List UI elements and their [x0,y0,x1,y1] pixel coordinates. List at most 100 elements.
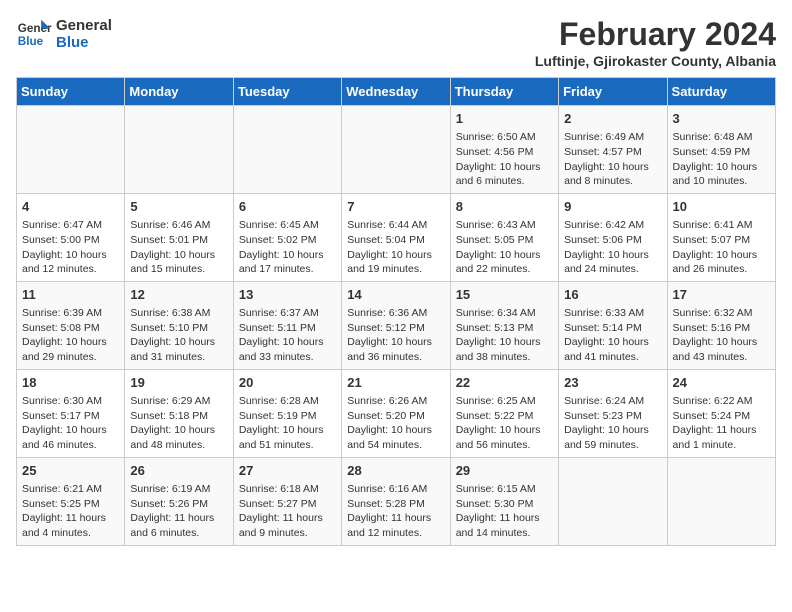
calendar-cell: 9Sunrise: 6:42 AM Sunset: 5:06 PM Daylig… [559,193,667,281]
day-number: 7 [347,198,444,216]
day-info: Sunrise: 6:36 AM Sunset: 5:12 PM Dayligh… [347,306,444,365]
day-info: Sunrise: 6:44 AM Sunset: 5:04 PM Dayligh… [347,218,444,277]
day-info: Sunrise: 6:38 AM Sunset: 5:10 PM Dayligh… [130,306,227,365]
day-number: 22 [456,374,553,392]
calendar-cell: 27 Sunrise: 6:18 AM Sunset: 5:27 PM Dayli… [233,457,341,545]
calendar-cell: 25 Sunrise: 6:21 AM Sunset: 5:25 PM Dayli… [17,457,125,545]
calendar-header-row: SundayMondayTuesdayWednesdayThursdayFrid… [17,78,776,106]
day-info: Sunrise: 6:45 AM Sunset: 5:02 PM Dayligh… [239,218,336,277]
day-info: Sunrise: 6:24 AM Sunset: 5:23 PM Dayligh… [564,394,661,453]
calendar-cell: 15 Sunrise: 6:34 AM Sunset: 5:13 PM Dayli… [450,281,558,369]
day-info: Sunrise: 6:18 AM Sunset: 5:27 PM Dayligh… [239,482,336,541]
logo: General Blue General Blue [16,16,112,52]
calendar-cell: 2 Sunrise: 6:49 AM Sunset: 4:57 PM Daylig… [559,106,667,194]
calendar-cell: 14 Sunrise: 6:36 AM Sunset: 5:12 PM Dayli… [342,281,450,369]
day-info: Sunrise: 6:21 AM Sunset: 5:25 PM Dayligh… [22,482,119,541]
day-number: 14 [347,286,444,304]
calendar-cell: 6 Sunrise: 6:45 AM Sunset: 5:02 PM Daylig… [233,193,341,281]
calendar-cell [559,457,667,545]
column-header-thursday: Thursday [450,78,558,106]
day-number: 15 [456,286,553,304]
calendar-cell: 11 Sunrise: 6:39 AM Sunset: 5:08 PM Dayli… [17,281,125,369]
column-header-friday: Friday [559,78,667,106]
day-info: Sunrise: 6:26 AM Sunset: 5:20 PM Dayligh… [347,394,444,453]
day-info: Sunrise: 6:50 AM Sunset: 4:56 PM Dayligh… [456,130,553,189]
calendar-cell: 17 Sunrise: 6:32 AM Sunset: 5:16 PM Dayli… [667,281,775,369]
day-number: 11 [22,286,119,304]
svg-text:Blue: Blue [18,35,44,48]
calendar-cell: 16 Sunrise: 6:33 AM Sunset: 5:14 PM Dayli… [559,281,667,369]
calendar-cell: 4 Sunrise: 6:47 AM Sunset: 5:00 PM Daylig… [17,193,125,281]
day-info: Sunrise: 6:34 AM Sunset: 5:13 PM Dayligh… [456,306,553,365]
day-number: 19 [130,374,227,392]
day-number: 1 [456,110,553,128]
calendar-cell: 19 Sunrise: 6:29 AM Sunset: 5:18 PM Dayli… [125,369,233,457]
calendar-cell: 12 Sunrise: 6:38 AM Sunset: 5:10 PM Dayli… [125,281,233,369]
logo-icon: General Blue [16,16,52,52]
calendar-table: SundayMondayTuesdayWednesdayThursdayFrid… [16,77,776,546]
calendar-cell: 21 Sunrise: 6:26 AM Sunset: 5:20 PM Dayli… [342,369,450,457]
day-info: Sunrise: 6:30 AM Sunset: 5:17 PM Dayligh… [22,394,119,453]
day-number: 3 [673,110,770,128]
calendar-week-2: 11 Sunrise: 6:39 AM Sunset: 5:08 PM Dayli… [17,281,776,369]
day-number: 21 [347,374,444,392]
day-number: 6 [239,198,336,216]
day-number: 16 [564,286,661,304]
day-number: 2 [564,110,661,128]
day-info: Sunrise: 6:29 AM Sunset: 5:18 PM Dayligh… [130,394,227,453]
calendar-cell: 3 Sunrise: 6:48 AM Sunset: 4:59 PM Daylig… [667,106,775,194]
calendar-cell: 1 Sunrise: 6:50 AM Sunset: 4:56 PM Daylig… [450,106,558,194]
header: General Blue General Blue February 2024 … [16,16,776,69]
day-info: Sunrise: 6:22 AM Sunset: 5:24 PM Dayligh… [673,394,770,453]
day-info: Sunrise: 6:43 AM Sunset: 5:05 PM Dayligh… [456,218,553,277]
svg-text:General: General [18,22,52,35]
calendar-cell: 10 Sunrise: 6:41 AM Sunset: 5:07 PM Dayli… [667,193,775,281]
calendar-cell [17,106,125,194]
day-number: 12 [130,286,227,304]
calendar-cell: 28Sunrise: 6:16 AM Sunset: 5:28 PM Dayli… [342,457,450,545]
day-number: 17 [673,286,770,304]
calendar-cell: 7 Sunrise: 6:44 AM Sunset: 5:04 PM Daylig… [342,193,450,281]
column-header-wednesday: Wednesday [342,78,450,106]
day-number: 23 [564,374,661,392]
calendar-cell: 23 Sunrise: 6:24 AM Sunset: 5:23 PM Dayli… [559,369,667,457]
day-number: 18 [22,374,119,392]
column-header-monday: Monday [125,78,233,106]
day-number: 10 [673,198,770,216]
day-number: 13 [239,286,336,304]
calendar-cell [342,106,450,194]
calendar-cell: 24 Sunrise: 6:22 AM Sunset: 5:24 PM Dayli… [667,369,775,457]
main-title: February 2024 [535,16,776,53]
day-number: 27 [239,462,336,480]
day-info: Sunrise: 6:28 AM Sunset: 5:19 PM Dayligh… [239,394,336,453]
calendar-cell [125,106,233,194]
title-area: February 2024 Luftinje, Gjirokaster Coun… [535,16,776,69]
day-info: Sunrise: 6:48 AM Sunset: 4:59 PM Dayligh… [673,130,770,189]
day-number: 8 [456,198,553,216]
day-number: 24 [673,374,770,392]
calendar-cell: 18 Sunrise: 6:30 AM Sunset: 5:17 PM Dayli… [17,369,125,457]
day-info: Sunrise: 6:46 AM Sunset: 5:01 PM Dayligh… [130,218,227,277]
calendar-cell: 22 Sunrise: 6:25 AM Sunset: 5:22 PM Dayli… [450,369,558,457]
logo-general: General [56,17,112,34]
day-info: Sunrise: 6:47 AM Sunset: 5:00 PM Dayligh… [22,218,119,277]
calendar-cell: 26Sunrise: 6:19 AM Sunset: 5:26 PM Dayli… [125,457,233,545]
calendar-cell [667,457,775,545]
day-number: 4 [22,198,119,216]
calendar-week-3: 18 Sunrise: 6:30 AM Sunset: 5:17 PM Dayli… [17,369,776,457]
day-info: Sunrise: 6:16 AM Sunset: 5:28 PM Dayligh… [347,482,444,541]
day-info: Sunrise: 6:32 AM Sunset: 5:16 PM Dayligh… [673,306,770,365]
calendar-week-0: 1 Sunrise: 6:50 AM Sunset: 4:56 PM Daylig… [17,106,776,194]
day-info: Sunrise: 6:41 AM Sunset: 5:07 PM Dayligh… [673,218,770,277]
day-info: Sunrise: 6:25 AM Sunset: 5:22 PM Dayligh… [456,394,553,453]
subtitle: Luftinje, Gjirokaster County, Albania [535,53,776,69]
day-info: Sunrise: 6:39 AM Sunset: 5:08 PM Dayligh… [22,306,119,365]
day-info: Sunrise: 6:19 AM Sunset: 5:26 PM Dayligh… [130,482,227,541]
day-info: Sunrise: 6:33 AM Sunset: 5:14 PM Dayligh… [564,306,661,365]
calendar-cell: 8 Sunrise: 6:43 AM Sunset: 5:05 PM Daylig… [450,193,558,281]
day-info: Sunrise: 6:15 AM Sunset: 5:30 PM Dayligh… [456,482,553,541]
day-number: 20 [239,374,336,392]
day-info: Sunrise: 6:49 AM Sunset: 4:57 PM Dayligh… [564,130,661,189]
calendar-cell: 13Sunrise: 6:37 AM Sunset: 5:11 PM Dayli… [233,281,341,369]
day-number: 25 [22,462,119,480]
